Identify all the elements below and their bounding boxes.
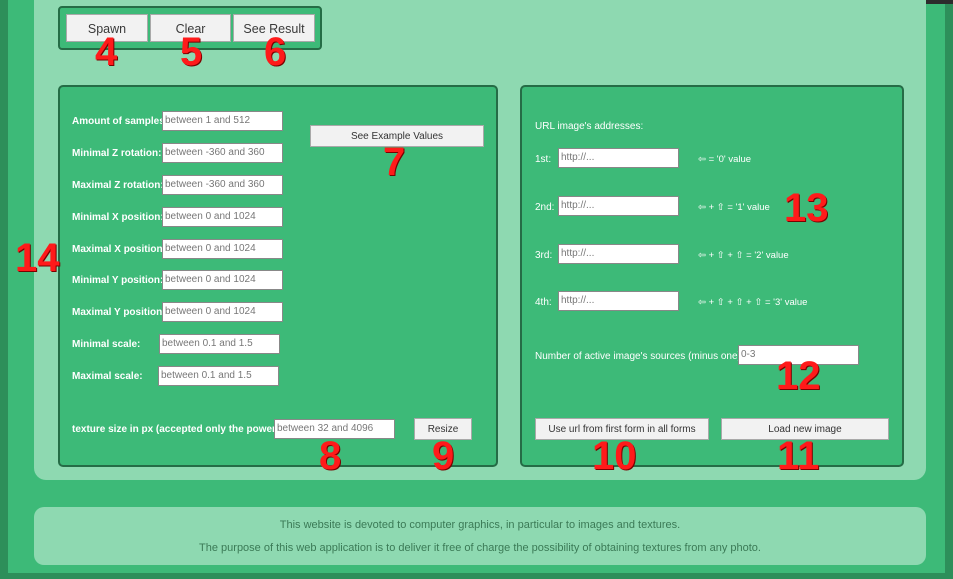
annotation-4: 4 <box>95 30 118 74</box>
min-y-position-label: Minimal Y position: <box>72 275 164 286</box>
footer-text-2: The purpose of this web application is t… <box>199 542 761 554</box>
annotation-11: 11 <box>777 434 820 478</box>
max-z-rotation-input[interactable]: between -360 and 360 <box>162 175 283 195</box>
annotation-6: 6 <box>264 30 287 74</box>
url-header: URL image's addresses: <box>535 121 644 132</box>
footer <box>34 507 926 565</box>
footer-text-1: This website is devoted to computer grap… <box>279 519 681 531</box>
second-url-hint: ⇦ + ⇧ = '1' value <box>698 202 770 213</box>
annotation-13: 13 <box>784 186 829 230</box>
third-url-label: 3rd: <box>535 250 553 261</box>
first-url-input[interactable]: http://... <box>558 148 679 168</box>
max-z-rotation-label: Maximal Z rotation: <box>72 180 164 191</box>
annotation-5: 5 <box>180 30 203 74</box>
fourth-url-hint: ⇦ + ⇧ + ⇧ + ⇧ = '3' value <box>698 297 808 308</box>
second-url-input[interactable]: http://... <box>558 196 679 216</box>
third-url-input[interactable]: http://... <box>558 244 679 264</box>
max-y-position-label: Maximal Y position: <box>72 307 166 318</box>
annotation-8: 8 <box>319 434 342 478</box>
fourth-url-input[interactable]: http://... <box>558 291 679 311</box>
min-x-position-label: Minimal X position: <box>72 212 164 223</box>
min-scale-input[interactable]: between 0.1 and 1.5 <box>159 334 280 354</box>
frame-edge-right <box>945 0 953 579</box>
annotation-10: 10 <box>592 434 637 478</box>
samples-label: Amount of samples: <box>72 116 169 127</box>
annotation-12: 12 <box>776 354 821 398</box>
frame-edge-bottom <box>0 573 953 579</box>
second-url-label: 2nd: <box>535 202 555 213</box>
annotation-7: 7 <box>383 140 406 184</box>
min-z-rotation-label: Minimal Z rotation: <box>72 148 162 159</box>
samples-input[interactable]: between 1 and 512 <box>162 111 283 131</box>
url-form <box>520 85 904 467</box>
min-scale-label: Minimal scale: <box>72 339 141 350</box>
max-scale-input[interactable]: between 0.1 and 1.5 <box>158 366 279 386</box>
third-url-hint: ⇦ + ⇧ + ⇧ = '2' value <box>698 250 789 261</box>
min-z-rotation-input[interactable]: between -360 and 360 <box>162 143 283 163</box>
min-y-position-input[interactable]: between 0 and 1024 <box>162 270 283 290</box>
fourth-url-label: 4th: <box>535 297 552 308</box>
annotation-9: 9 <box>432 434 455 478</box>
active-sources-label: Number of active image's sources (minus … <box>535 351 744 362</box>
first-url-hint: ⇦ = '0' value <box>698 154 752 165</box>
first-url-label: 1st: <box>535 154 552 165</box>
max-x-position-label: Maximal X position: <box>72 244 166 255</box>
max-scale-label: Maximal scale: <box>72 371 143 382</box>
annotation-14: 14 <box>15 236 60 280</box>
texture-size-label: texture size in px (accepted only the po… <box>72 424 304 435</box>
frame-edge-left <box>0 0 8 579</box>
max-y-position-input[interactable]: between 0 and 1024 <box>162 302 283 322</box>
max-x-position-input[interactable]: between 0 and 1024 <box>162 239 283 259</box>
min-x-position-input[interactable]: between 0 and 1024 <box>162 207 283 227</box>
